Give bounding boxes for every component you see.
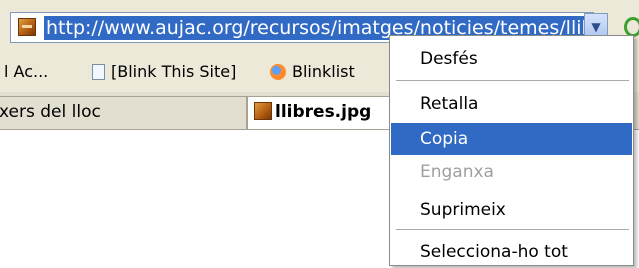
image-favicon-icon — [254, 102, 272, 120]
tab-image[interactable]: llibres.jpg — [247, 96, 407, 129]
menu-item-label: Desfés — [420, 49, 478, 69]
menu-item-label: Copia — [420, 129, 469, 149]
tab-page-info[interactable]: xers del lloc — [0, 96, 247, 129]
bookmark-item[interactable]: [Blink This Site] — [92, 59, 236, 85]
bookmark-label: l Ac... — [4, 62, 49, 81]
menu-item-cut[interactable]: Retalla — [391, 88, 632, 120]
menu-separator — [396, 229, 629, 230]
menu-item-undo[interactable]: Desfés — [391, 43, 632, 75]
tab-label: llibres.jpg — [275, 102, 372, 122]
menu-item-paste[interactable]: Enganxa — [391, 156, 632, 188]
context-menu: Desfés Retalla Copia Enganxa Suprimeix S… — [389, 35, 634, 266]
menu-item-label: Selecciona-ho tot — [420, 242, 568, 262]
tab-label: xers del lloc — [0, 102, 101, 122]
go-button-icon[interactable] — [624, 17, 639, 37]
menu-item-copy[interactable]: Copia — [391, 123, 632, 155]
menu-item-label: Retalla — [420, 94, 479, 114]
page-icon — [92, 64, 105, 80]
bookmark-item[interactable]: l Ac... — [4, 59, 48, 85]
blinklist-icon — [270, 64, 286, 80]
menu-item-select-all[interactable]: Selecciona-ho tot — [391, 236, 632, 268]
bookmark-label: Blinklist — [292, 62, 355, 81]
menu-item-label: Enganxa — [420, 162, 494, 182]
site-favicon-icon — [18, 18, 36, 36]
bookmark-item[interactable]: Blinklist — [270, 59, 355, 85]
menu-item-label: Suprimeix — [420, 200, 506, 220]
bookmark-label: [Blink This Site] — [111, 62, 237, 81]
menu-separator — [396, 80, 629, 81]
menu-item-delete[interactable]: Suprimeix — [391, 194, 632, 226]
